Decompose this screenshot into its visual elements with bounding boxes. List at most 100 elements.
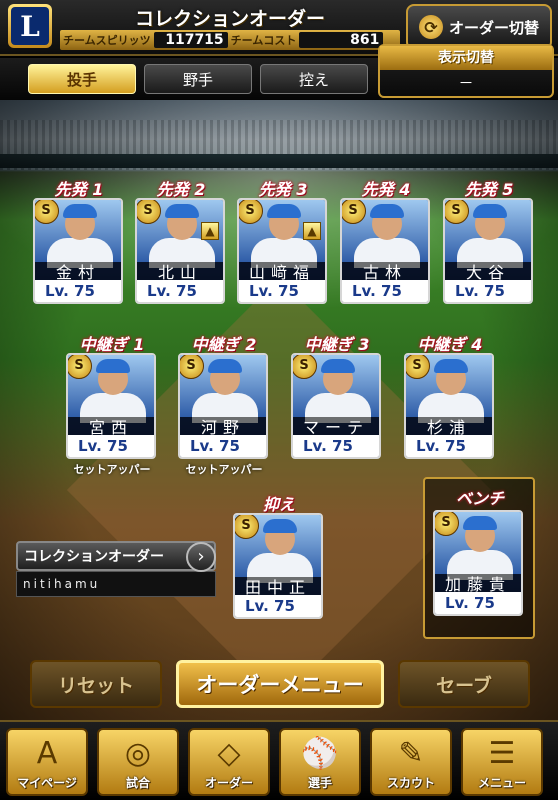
rank-badge: S xyxy=(235,515,259,539)
team-spirit-label: チームスピリッツ xyxy=(63,34,151,47)
player-card[interactable]: S 古林 Lv. 75 xyxy=(340,198,430,304)
slot-label: 先発 3 xyxy=(258,180,308,199)
nav-label: オーダー xyxy=(204,776,253,790)
home-icon: A xyxy=(36,736,58,771)
slot-label: 先発 1 xyxy=(54,180,104,199)
player-card[interactable]: S 金村 Lv. 75 xyxy=(33,198,123,304)
team-logo: L xyxy=(8,4,52,48)
starter-slot[interactable]: 先発 2 S ▲ 北山 Lv. 75 xyxy=(135,176,227,304)
bottom-nav: A マイページ ◎ 試合 ◇ オーダー ⚾ 選手 ✎ スカウト ☰ メニュー xyxy=(0,720,558,800)
chevron-right-icon[interactable]: › xyxy=(186,542,216,572)
role-note: セットアッパー xyxy=(73,463,151,476)
team-stats: チームスピリッツ 117715 チームコスト 861 xyxy=(60,30,400,50)
rank-badge: S xyxy=(406,355,430,379)
player-icon: ⚾ xyxy=(301,736,339,771)
arrow-up-icon: ▲ xyxy=(303,222,321,240)
player-level: Lv. 75 xyxy=(180,435,266,457)
team-spirit-value: 117715 xyxy=(153,32,228,48)
rank-badge: S xyxy=(137,200,161,224)
player-level: Lv. 75 xyxy=(235,595,321,617)
rank-badge: S xyxy=(68,355,92,379)
reliever-slot[interactable]: 中継ぎ 3SマーティンLv. 75 xyxy=(291,331,383,461)
order-menu-button[interactable]: オーダーメニュー xyxy=(176,660,384,708)
starter-slot[interactable]: 先発 4 S 古林 Lv. 75 xyxy=(340,176,432,304)
page-title: コレクションオーダー xyxy=(134,8,325,30)
player-level: Lv. 75 xyxy=(137,280,223,302)
closer-slot[interactable]: 抑え S 田中正 Lv. 75 xyxy=(233,491,325,619)
refresh-icon: ⟳ xyxy=(418,15,443,39)
order-switch-label: オーダー切替 xyxy=(448,18,539,37)
scout-icon: ✎ xyxy=(398,736,424,771)
player-level: Lv. 75 xyxy=(239,280,325,302)
player-level: Lv. 75 xyxy=(406,435,492,457)
player-card[interactable]: S 大谷 Lv. 75 xyxy=(443,198,533,304)
nav-scout[interactable]: ✎ スカウト xyxy=(370,728,452,796)
nav-label: メニュー xyxy=(477,776,526,790)
player-level: Lv. 75 xyxy=(293,435,379,457)
reset-button[interactable]: リセット xyxy=(30,660,162,708)
nav-menu[interactable]: ☰ メニュー xyxy=(461,728,543,796)
nav-mypage[interactable]: A マイページ xyxy=(6,728,88,796)
rank-badge: S xyxy=(445,200,469,224)
tab-pitcher[interactable]: 投手 xyxy=(28,64,136,94)
player-card[interactable]: S ▲ 北山 Lv. 75 xyxy=(135,198,225,304)
reliever-slot[interactable]: 中継ぎ 4 S 杉浦 Lv. 75 xyxy=(404,331,496,461)
rank-badge: S xyxy=(293,355,317,379)
team-logo-letter: L xyxy=(11,7,49,45)
tab-reserve[interactable]: 控え xyxy=(260,64,368,94)
arrow-up-icon: ▲ xyxy=(201,222,219,240)
reliever-slot[interactable]: 中継ぎ 1 S 宮西 Lv. 75 セットアッパー xyxy=(66,331,158,477)
slot-label: 中継ぎ 2 xyxy=(191,335,257,354)
player-card[interactable]: S 宮西 Lv. 75 xyxy=(66,353,156,459)
display-switch-title: 表示切替 xyxy=(380,46,552,70)
rank-badge: S xyxy=(35,200,59,224)
bench-slot[interactable]: S 加藤貴 Lv. 75 xyxy=(433,510,525,616)
starter-slot[interactable]: 先発 3 S ▲ 山﨑福 Lv. 75 xyxy=(237,176,329,304)
rank-badge: S xyxy=(435,512,459,536)
player-card[interactable]: S 加藤貴 Lv. 75 xyxy=(433,510,523,616)
team-cost-label: チームコスト xyxy=(230,34,297,47)
nav-label: スカウト xyxy=(386,776,435,790)
nav-player[interactable]: ⚾ 選手 xyxy=(279,728,361,796)
player-card[interactable]: S 杉浦 Lv. 75 xyxy=(404,353,494,459)
player-card[interactable]: S 河野 Lv. 75 xyxy=(178,353,268,459)
display-switch-value: － xyxy=(458,74,474,92)
nav-label: マイページ xyxy=(17,776,77,790)
player-level: Lv. 75 xyxy=(342,280,428,302)
player-level: Lv. 75 xyxy=(68,435,154,457)
nav-label: 試合 xyxy=(125,776,150,790)
save-button[interactable]: セーブ xyxy=(398,660,530,708)
team-cost-value: 861 xyxy=(299,32,384,48)
nav-order[interactable]: ◇ オーダー xyxy=(188,728,270,796)
role-note: セットアッパー xyxy=(185,463,263,476)
slot-label: 中継ぎ 1 xyxy=(79,335,145,354)
collection-order-value: nitihamu xyxy=(16,571,216,597)
stadium-icon: ◎ xyxy=(124,736,152,771)
nav-label: 選手 xyxy=(307,776,332,790)
nav-game[interactable]: ◎ 試合 xyxy=(97,728,179,796)
rank-badge: S xyxy=(239,200,263,224)
player-level: Lv. 75 xyxy=(35,280,121,302)
collection-order-panel[interactable]: コレクションオーダー › nitihamu xyxy=(16,541,216,599)
player-level: Lv. 75 xyxy=(445,280,531,302)
player-level: Lv. 75 xyxy=(435,592,521,614)
menu-icon: ☰ xyxy=(488,736,516,771)
rank-badge: S xyxy=(180,355,204,379)
slot-label: 中継ぎ 3 xyxy=(304,335,370,354)
player-card[interactable]: S 田中正 Lv. 75 xyxy=(233,513,323,619)
display-switch[interactable]: 表示切替 － xyxy=(378,44,554,98)
player-card[interactable]: S ▲ 山﨑福 Lv. 75 xyxy=(237,198,327,304)
tab-fielder[interactable]: 野手 xyxy=(144,64,252,94)
starter-slot[interactable]: 先発 5 S 大谷 Lv. 75 xyxy=(443,176,535,304)
slot-label: 先発 5 xyxy=(464,180,514,199)
slot-label: 中継ぎ 4 xyxy=(417,335,483,354)
slot-label: 抑え xyxy=(262,495,295,514)
reliever-slot[interactable]: 中継ぎ 2 S 河野 Lv. 75 セットアッパー xyxy=(178,331,270,477)
player-card[interactable]: SマーティンLv. 75 xyxy=(291,353,381,459)
field-icon: ◇ xyxy=(217,736,241,771)
slot-label: 先発 4 xyxy=(361,180,411,199)
rank-badge: S xyxy=(342,200,366,224)
starter-slot[interactable]: 先発 1 S 金村 Lv. 75 xyxy=(33,176,125,304)
slot-label: 先発 2 xyxy=(156,180,206,199)
bench-label: ベンチ xyxy=(455,489,504,508)
